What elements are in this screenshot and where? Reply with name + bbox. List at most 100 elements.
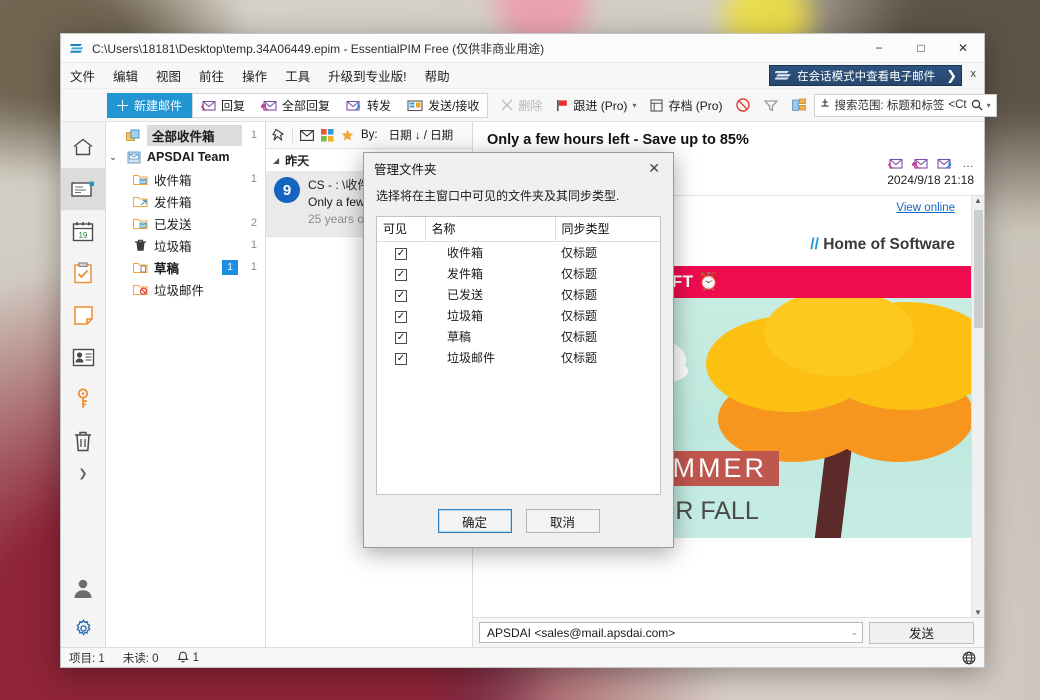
- folder-outbox-label: 发件箱: [154, 195, 192, 210]
- rail-item-passwords[interactable]: [61, 378, 106, 420]
- unread-filter-icon[interactable]: [300, 129, 314, 141]
- visible-checkbox[interactable]: ✓: [395, 269, 407, 281]
- row-visible-cell[interactable]: ✓: [377, 305, 425, 326]
- folder-drafts[interactable]: 草稿 1 1: [106, 256, 265, 278]
- rail-item-contacts[interactable]: [61, 336, 106, 378]
- close-button[interactable]: ✕: [942, 34, 984, 62]
- rail-item-user[interactable]: [61, 567, 106, 609]
- search-dropdown-icon[interactable]: ▾: [987, 101, 991, 110]
- row-visible-cell[interactable]: ✓: [377, 263, 425, 284]
- visible-checkbox[interactable]: ✓: [395, 290, 407, 302]
- reply-icon[interactable]: [888, 157, 903, 170]
- reply-button[interactable]: 回复: [193, 94, 253, 117]
- view-mode-icon[interactable]: [321, 128, 334, 142]
- menu-tools[interactable]: 工具: [276, 63, 319, 88]
- banner-close-icon[interactable]: x: [971, 68, 977, 80]
- scroll-up-icon[interactable]: ▲: [974, 196, 982, 205]
- rail-item-settings[interactable]: [61, 609, 106, 647]
- chevron-down-icon[interactable]: ⌄: [106, 152, 120, 163]
- rail-item-mail[interactable]: [60, 168, 106, 210]
- folder-all-inbox[interactable]: 全部收件箱 1: [106, 124, 265, 146]
- menu-edit[interactable]: 编辑: [104, 63, 147, 88]
- reply-all-icon[interactable]: [912, 157, 928, 170]
- scroll-thumb[interactable]: [974, 210, 983, 328]
- pin-icon[interactable]: [272, 128, 285, 142]
- table-row[interactable]: ✓ 已发送 仅标题: [377, 284, 660, 305]
- row-sync-cell[interactable]: 仅标题: [555, 305, 660, 326]
- menu-goto[interactable]: 前往: [190, 63, 233, 88]
- scroll-down-icon[interactable]: ▼: [974, 608, 982, 617]
- rail-item-home[interactable]: [61, 126, 106, 168]
- more-actions-icon[interactable]: …: [962, 156, 974, 170]
- chevron-down-icon[interactable]: ⌄: [850, 627, 858, 638]
- column-sync-type[interactable]: 同步类型: [555, 217, 660, 242]
- view-online-link[interactable]: View online: [896, 202, 955, 214]
- maximize-button[interactable]: □: [900, 34, 942, 62]
- cancel-button[interactable]: 取消: [525, 509, 600, 533]
- row-sync-cell[interactable]: 仅标题: [555, 263, 660, 284]
- dialog-close-icon[interactable]: ✕: [641, 158, 667, 179]
- row-visible-cell[interactable]: ✓: [377, 347, 425, 368]
- manage-folders-button[interactable]: [785, 93, 814, 118]
- table-row[interactable]: ✓ 垃圾箱 仅标题: [377, 305, 660, 326]
- search-box[interactable]: 搜索范围: 标题和标签 <Ct ▾: [814, 93, 997, 117]
- folder-sent[interactable]: 已发送 2: [106, 212, 265, 234]
- forward-button[interactable]: 转发: [338, 94, 399, 117]
- reply-all-button[interactable]: 全部回复: [253, 94, 338, 117]
- send-button[interactable]: 发送: [869, 621, 974, 644]
- archive-button[interactable]: 存档 (Pro): [643, 93, 729, 118]
- table-row[interactable]: ✓ 收件箱 仅标题: [377, 242, 660, 264]
- table-row[interactable]: ✓ 草稿 仅标题: [377, 326, 660, 347]
- menu-actions[interactable]: 操作: [233, 63, 276, 88]
- folder-inbox[interactable]: 收件箱 1: [106, 168, 265, 190]
- status-notifications[interactable]: 1: [176, 651, 199, 664]
- search-icon[interactable]: [971, 99, 983, 111]
- forward-icon[interactable]: [937, 157, 953, 170]
- row-sync-cell[interactable]: 仅标题: [555, 326, 660, 347]
- reading-scrollbar[interactable]: ▲ ▼: [971, 196, 984, 617]
- column-name[interactable]: 名称: [425, 217, 556, 242]
- rail-item-trash[interactable]: [61, 420, 106, 462]
- filter-button[interactable]: [757, 93, 785, 118]
- row-visible-cell[interactable]: ✓: [377, 284, 425, 305]
- follow-up-button[interactable]: 跟进 (Pro) ▾: [549, 93, 643, 118]
- table-row[interactable]: ✓ 发件箱 仅标题: [377, 263, 660, 284]
- rail-item-notes[interactable]: [61, 294, 106, 336]
- row-visible-cell[interactable]: ✓: [377, 242, 425, 264]
- visible-checkbox[interactable]: ✓: [395, 332, 407, 344]
- table-row[interactable]: ✓ 垃圾邮件 仅标题: [377, 347, 660, 368]
- pin-icon[interactable]: [820, 99, 830, 111]
- column-visible[interactable]: 可见: [377, 217, 426, 242]
- folder-outbox[interactable]: 发件箱: [106, 190, 265, 212]
- rail-item-tasks[interactable]: [61, 252, 106, 294]
- folder-junk[interactable]: 垃圾邮件: [106, 278, 265, 300]
- rail-expand-icon[interactable]: ❯: [61, 462, 106, 484]
- menu-help[interactable]: 帮助: [416, 63, 459, 88]
- status-connection[interactable]: [962, 651, 976, 665]
- visible-checkbox[interactable]: ✓: [395, 353, 407, 365]
- folder-account-apsdai[interactable]: ⌄ APSDAI Team: [106, 146, 265, 168]
- row-sync-cell[interactable]: 仅标题: [555, 284, 660, 305]
- folder-trash[interactable]: 垃圾箱 1: [106, 234, 265, 256]
- minimize-button[interactable]: −: [858, 34, 900, 62]
- delete-button[interactable]: 删除: [494, 93, 549, 118]
- row-sync-cell[interactable]: 仅标题: [555, 347, 660, 368]
- star-icon[interactable]: [341, 129, 354, 142]
- visible-checkbox[interactable]: ✓: [395, 248, 407, 260]
- chevron-right-icon[interactable]: ❯: [940, 68, 957, 84]
- send-receive-button[interactable]: 发送/接收: [399, 94, 487, 117]
- menu-file[interactable]: 文件: [61, 63, 104, 88]
- row-sync-cell[interactable]: 仅标题: [555, 242, 660, 264]
- menu-upgrade-pro[interactable]: 升级到专业版!: [319, 63, 415, 88]
- block-sender-button[interactable]: [729, 93, 757, 118]
- chevron-down-icon[interactable]: ▾: [632, 101, 636, 110]
- ok-button[interactable]: 确定: [437, 509, 512, 533]
- from-account-select[interactable]: APSDAI <sales@mail.apsdai.com> ⌄: [479, 622, 863, 643]
- new-mail-button[interactable]: 新建邮件: [107, 92, 193, 118]
- visible-checkbox[interactable]: ✓: [395, 311, 407, 323]
- row-visible-cell[interactable]: ✓: [377, 326, 425, 347]
- conversation-mode-banner[interactable]: 在会话模式中查看电子邮件 ❯: [769, 65, 962, 86]
- menu-view[interactable]: 视图: [147, 63, 190, 88]
- sort-value-label[interactable]: 日期 ↓ / 日期: [389, 127, 454, 143]
- rail-item-calendar[interactable]: 19: [61, 210, 106, 252]
